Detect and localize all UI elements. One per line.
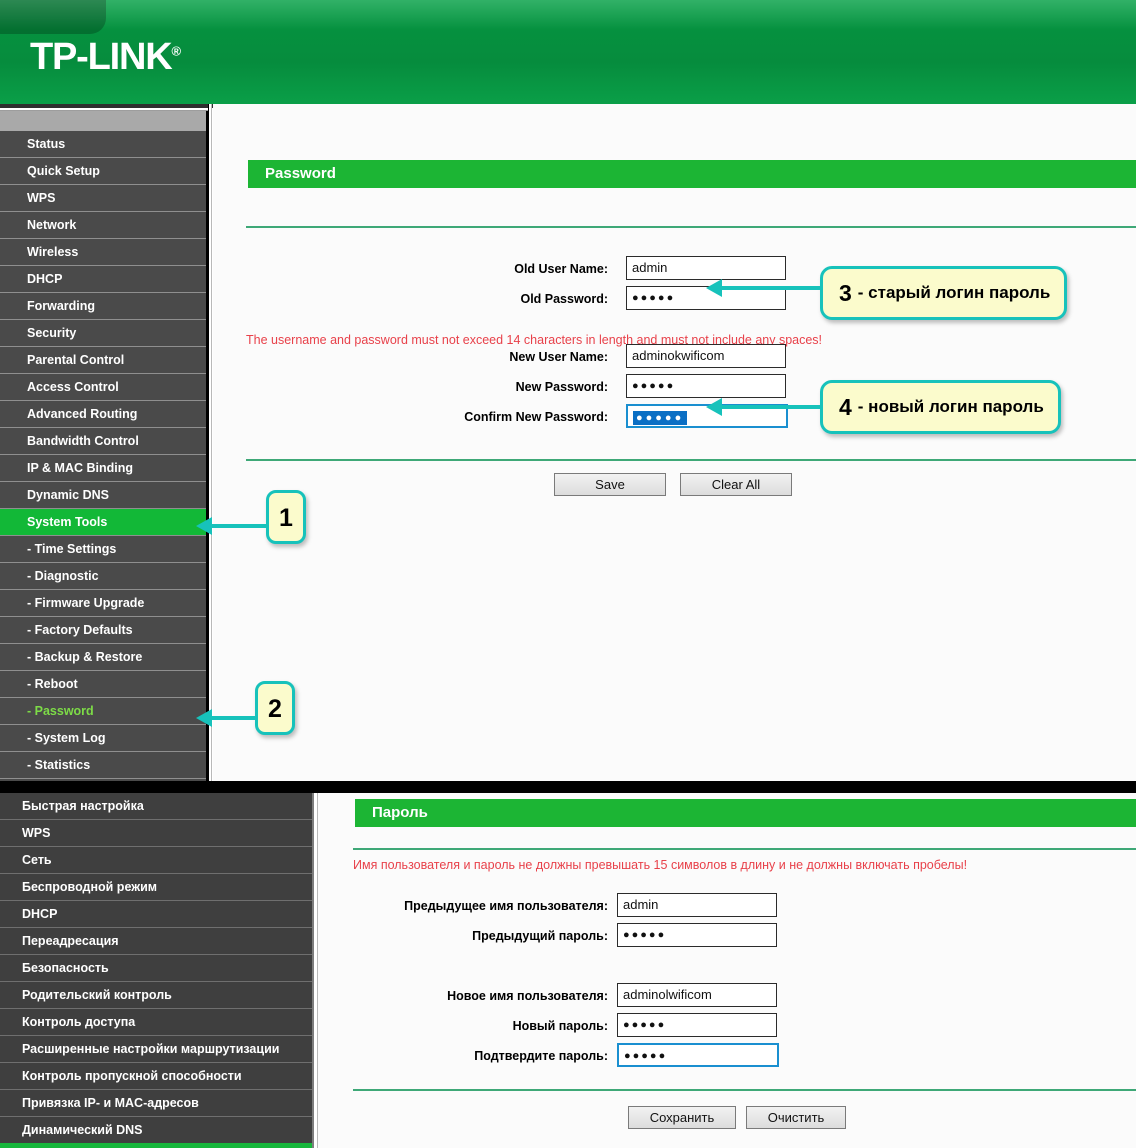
sidebar-item-russian[interactable]: Безопасность <box>0 955 312 982</box>
sidebar-item[interactable]: WPS <box>0 185 208 212</box>
sidebar-item[interactable]: - Statistics <box>0 752 208 779</box>
sidebar-item-russian[interactable]: Расширенные настройки маршрутизации <box>0 1036 312 1063</box>
callout-3: 3 - старый логин пароль <box>820 266 1067 320</box>
content-english: Password The username and password must … <box>213 104 1136 781</box>
sidebar-item[interactable]: - System Log <box>0 725 208 752</box>
sidebar-item[interactable]: Advanced Routing <box>0 401 208 428</box>
sidebar-item[interactable]: - Backup & Restore <box>0 644 208 671</box>
sidebar-item[interactable]: System Tools <box>0 509 208 536</box>
input-new-password[interactable]: ●●●●● <box>626 374 786 398</box>
callout-3-number: 3 <box>823 280 858 307</box>
screenshot-divider <box>0 781 1136 793</box>
brand-header: TP-LINK® <box>0 0 1136 104</box>
badge-2: 2 <box>255 681 295 735</box>
sidebar-russian: Быстрая настройкаWPSСетьБеспроводной реж… <box>0 793 312 1148</box>
selected-password-text: ●●●●● <box>633 411 687 425</box>
content-russian: Пароль Имя пользователя и пароль не долж… <box>318 793 1136 1148</box>
label-old-password: Old Password: <box>373 292 608 306</box>
sidebar-item-russian[interactable]: Привязка IP- и MAC-адресов <box>0 1090 312 1117</box>
section-rule-top-russian <box>353 848 1136 850</box>
sidebar-item-russian[interactable]: Контроль доступа <box>0 1009 312 1036</box>
sidebar-item-russian[interactable]: Контроль пропускной способности <box>0 1063 312 1090</box>
tplink-logo: TP-LINK® <box>30 36 180 79</box>
sidebar-item[interactable]: Network <box>0 212 208 239</box>
sidebar-item[interactable]: DHCP <box>0 266 208 293</box>
header-sheen <box>0 0 1136 30</box>
sidebar-item[interactable]: Quick Setup <box>0 158 208 185</box>
sidebar-item-russian[interactable]: DHCP <box>0 901 312 928</box>
sidebar-top-spacer <box>0 111 208 131</box>
sidebar-item-russian[interactable]: Быстрая настройка <box>0 793 312 820</box>
page-title-banner: Password <box>248 160 1136 188</box>
sidebar-item-russian[interactable]: Беспроводной режим <box>0 874 312 901</box>
router-admin-english: TP-LINK® StatusQuick SetupWPSNetworkWire… <box>0 0 1136 781</box>
label-confirm-password-russian: Подтвердите пароль: <box>328 1049 608 1063</box>
sidebar-item[interactable]: - Firmware Upgrade <box>0 590 208 617</box>
save-button[interactable]: Save <box>554 473 666 496</box>
page-title-banner-russian: Пароль <box>355 799 1136 827</box>
registered-mark-icon: ® <box>171 43 179 58</box>
sidebar-item[interactable]: Dynamic DNS <box>0 482 208 509</box>
label-new-user-name: New User Name: <box>373 350 608 364</box>
router-admin-russian: Быстрая настройкаWPSСетьБеспроводной реж… <box>0 793 1136 1148</box>
input-new-password-russian[interactable]: ●●●●● <box>617 1013 777 1037</box>
input-old-user-name-russian[interactable]: admin <box>617 893 777 917</box>
screenshot-root: TP-LINK® StatusQuick SetupWPSNetworkWire… <box>0 0 1136 1148</box>
callout-4-text: - новый логин пароль <box>858 397 1044 417</box>
sidebar-item[interactable]: Forwarding <box>0 293 208 320</box>
sidebar-item[interactable]: Access Control <box>0 374 208 401</box>
sidebar-nav-list: StatusQuick SetupWPSNetworkWirelessDHCPF… <box>0 131 208 779</box>
sidebar-item[interactable]: Wireless <box>0 239 208 266</box>
save-button-russian[interactable]: Сохранить <box>628 1106 736 1129</box>
sidebar-item[interactable]: IP & MAC Binding <box>0 455 208 482</box>
sidebar-item[interactable]: Parental Control <box>0 347 208 374</box>
input-old-password-russian[interactable]: ●●●●● <box>617 923 777 947</box>
label-old-user-name-russian: Предыдущее имя пользователя: <box>328 899 608 913</box>
sidebar-item[interactable]: - Password <box>0 698 208 725</box>
label-old-user-name: Old User Name: <box>373 262 608 276</box>
callout-3-text: - старый логин пароль <box>858 283 1051 303</box>
sidebar-item[interactable]: - Factory Defaults <box>0 617 208 644</box>
sidebar-nav-list-russian: Быстрая настройкаWPSСетьБеспроводной реж… <box>0 793 312 1144</box>
sidebar-item-russian[interactable]: Динамический DNS <box>0 1117 312 1144</box>
input-new-user-name[interactable]: adminokwificom <box>626 344 786 368</box>
sidebar-item[interactable]: - Diagnostic <box>0 563 208 590</box>
label-new-user-name-russian: Новое имя пользователя: <box>328 989 608 1003</box>
sidebar-item-russian[interactable]: Сеть <box>0 847 312 874</box>
callout-4-number: 4 <box>823 394 858 421</box>
arrow-to-new-credentials <box>706 398 822 416</box>
label-new-password: New Password: <box>373 380 608 394</box>
input-new-user-name-russian[interactable]: adminolwificom <box>617 983 777 1007</box>
input-confirm-password-russian[interactable]: ●●●●● <box>617 1043 779 1067</box>
input-old-user-name[interactable]: admin <box>626 256 786 280</box>
section-rule-bottom-russian <box>353 1089 1136 1091</box>
sidebar-item-russian[interactable]: Переадресация <box>0 928 312 955</box>
sidebar-bottom-accent <box>0 1143 312 1148</box>
section-rule-top <box>246 226 1136 228</box>
arrow-to-system-tools <box>196 517 268 535</box>
logo-text: TP-LINK <box>30 36 171 78</box>
label-new-password-russian: Новый пароль: <box>328 1019 608 1033</box>
sidebar-item[interactable]: Security <box>0 320 208 347</box>
clear-button-russian[interactable]: Очистить <box>746 1106 846 1129</box>
sidebar-item[interactable]: - Time Settings <box>0 536 208 563</box>
section-rule-bottom <box>246 459 1136 461</box>
panel-divider <box>208 104 212 781</box>
sidebar-item[interactable]: Bandwidth Control <box>0 428 208 455</box>
warning-message-russian: Имя пользователя и пароль не должны прев… <box>353 858 967 872</box>
label-old-password-russian: Предыдущий пароль: <box>328 929 608 943</box>
sidebar-item-russian[interactable]: Родительский контроль <box>0 982 312 1009</box>
sidebar-item-russian[interactable]: WPS <box>0 820 312 847</box>
clear-all-button[interactable]: Clear All <box>680 473 792 496</box>
badge-1: 1 <box>266 490 306 544</box>
sidebar-item[interactable]: Status <box>0 131 208 158</box>
callout-4: 4 - новый логин пароль <box>820 380 1061 434</box>
arrow-to-old-credentials <box>706 279 822 297</box>
label-confirm-new-password: Confirm New Password: <box>323 410 608 424</box>
sidebar-item[interactable]: - Reboot <box>0 671 208 698</box>
sidebar-english: StatusQuick SetupWPSNetworkWirelessDHCPF… <box>0 110 208 781</box>
arrow-to-password-item <box>196 709 258 727</box>
